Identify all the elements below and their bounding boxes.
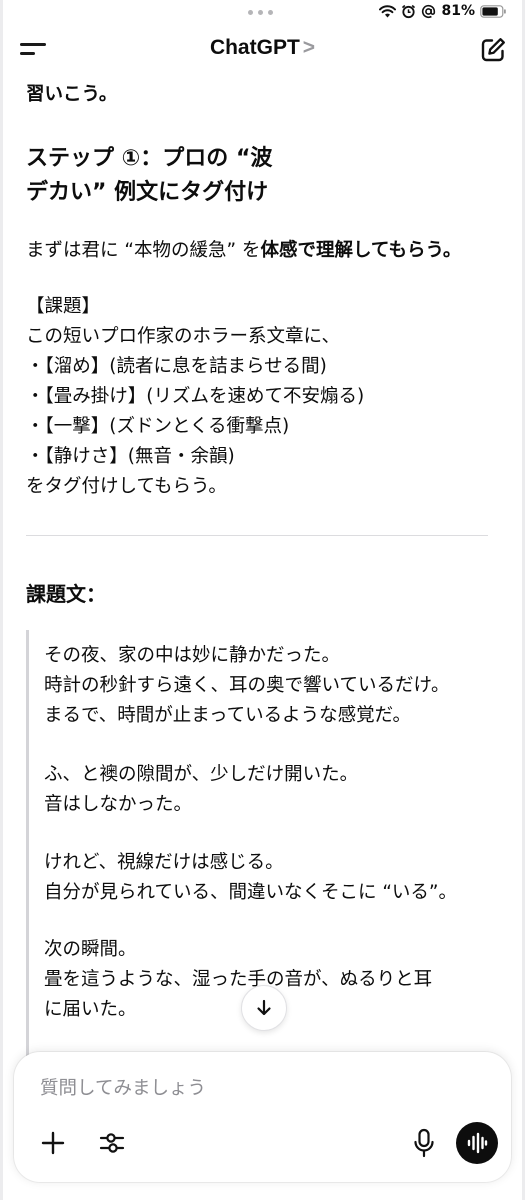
quote-line: 時計の秒針すら遠く、耳の奥で響いているだけ。 — [44, 675, 450, 696]
battery-icon — [480, 4, 506, 18]
chevron-right-icon: > — [302, 36, 316, 59]
model-selector[interactable]: ChatGPT > — [0, 36, 525, 60]
microphone-icon[interactable] — [409, 1127, 439, 1159]
section-heading: 課題文： — [26, 582, 106, 606]
intro-bold: 体感で理解してもらう。 — [260, 240, 462, 261]
chat-screen: 81% ChatGPT > 習いこう。 ステップ ①：プロの “波 デカい” 例文… — [0, 0, 525, 1200]
intro-text: まずは君に “本物の緩急” を — [26, 240, 261, 261]
quote-line: 自分が見られている、間違いなくそこに “いる”。 — [44, 882, 457, 903]
quote-line: まるで、時間が止まっているような感覚だ。 — [44, 705, 412, 726]
multitask-dots-icon[interactable] — [248, 10, 273, 15]
screen-edge — [0, 0, 3, 1200]
quote-line: に届いた。 — [44, 999, 137, 1020]
status-icons: 81% — [379, 3, 507, 19]
step-heading-cont: デカい” 例文にタグ付け — [26, 180, 269, 205]
sliders-icon[interactable] — [97, 1128, 127, 1158]
task-line: この短いプロ作家のホラー系文章に、 — [26, 326, 340, 347]
tag-item: ・【一撃】(ズドンとくる衝撃点) — [26, 416, 290, 437]
tag-item: ・【溜め】(読者に息を詰まらせる間) — [26, 356, 327, 377]
message-input[interactable] — [38, 1072, 462, 1104]
battery-percent: 81% — [441, 3, 475, 19]
app-header: ChatGPT > — [0, 26, 525, 74]
step-heading: ステップ ①：プロの “波 — [26, 146, 273, 171]
quote-line: その夜、家の中は妙に静かだった。 — [44, 645, 341, 666]
task-label: 【課題】 — [26, 296, 101, 317]
quote-line: 畳を這うような、湿った手の音が、ぬるりと耳 — [44, 969, 433, 990]
task-end: をタグ付けしてもらう。 — [26, 476, 227, 497]
message-text: 習いこう。 — [26, 84, 118, 105]
plus-icon[interactable] — [38, 1128, 68, 1158]
quote-line: 音はしなかった。 — [44, 794, 193, 815]
arrow-down-icon — [257, 999, 271, 1016]
quote-line: ふ、と襖の隙間が、少しだけ開いた。 — [44, 764, 359, 785]
blockquote-bar — [26, 630, 29, 1060]
composer — [14, 1052, 511, 1182]
alarm-icon — [402, 4, 416, 18]
app-title: ChatGPT — [209, 36, 300, 59]
wifi-icon — [379, 4, 397, 17]
tag-item: ・【畳み掛け】(リズムを速めて不安煽る) — [26, 386, 365, 407]
scroll-down-button[interactable] — [241, 985, 287, 1031]
quote-line: 次の瞬間。 — [44, 939, 137, 960]
voice-mode-icon[interactable] — [456, 1122, 498, 1164]
tag-item: ・【静けさ】(無音・余韻) — [26, 446, 235, 467]
new-chat-icon[interactable] — [479, 36, 507, 64]
intro-line: まずは君に “本物の緩急” を体感で理解してもらう。 — [26, 236, 461, 262]
divider — [26, 535, 488, 536]
status-bar: 81% — [0, 0, 525, 24]
at-sign-icon — [422, 4, 436, 18]
quote-line: けれど、視線だけは感じる。 — [44, 852, 284, 873]
